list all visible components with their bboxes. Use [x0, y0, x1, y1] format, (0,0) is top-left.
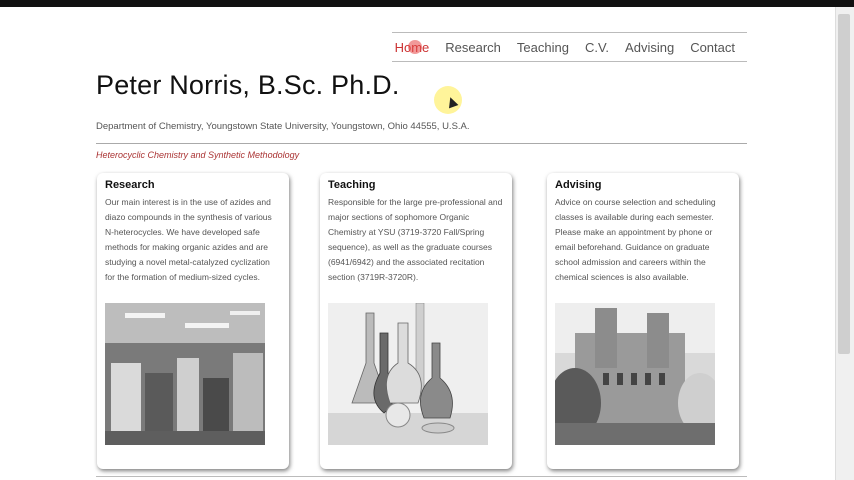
card-text: Advice on course selection and schedulin…	[555, 197, 716, 282]
browser-top-bar	[0, 0, 854, 7]
card-text: Responsible for the large pre-profession…	[328, 197, 503, 282]
glassware-photo	[328, 303, 488, 445]
card-title: Advising	[555, 179, 602, 191]
nav-item-advising[interactable]: Advising	[625, 40, 674, 55]
header-divider	[96, 143, 747, 144]
nav-item-contact[interactable]: Contact	[690, 40, 735, 55]
card-title: Teaching	[328, 179, 376, 191]
laboratory-photo	[105, 303, 265, 445]
scrollbar-thumb[interactable]	[838, 14, 850, 354]
nav-item-teaching[interactable]: Teaching	[517, 40, 569, 55]
teaching-card: Teaching Responsible for the large pre-p…	[320, 173, 512, 469]
department-address: Department of Chemistry, Youngstown Stat…	[96, 121, 470, 132]
page-title: Peter Norris, B.Sc. Ph.D.	[96, 70, 400, 100]
card-title: Research	[105, 179, 155, 191]
research-card: Research Our main interest is in the use…	[97, 173, 289, 469]
campus-building-photo	[555, 303, 715, 445]
research-tagline: Heterocyclic Chemistry and Synthetic Met…	[96, 150, 300, 160]
nav-item-research[interactable]: Research	[445, 40, 501, 55]
card-text: Our main interest is in the use of azide…	[105, 197, 272, 282]
nav-item-cv[interactable]: C.V.	[585, 40, 609, 55]
advising-card: Advising Advice on course selection and …	[547, 173, 739, 469]
content-bottom-line	[96, 476, 747, 477]
click-indicator	[408, 40, 422, 54]
main-nav: Home Research Teaching C.V. Advising Con…	[392, 32, 747, 62]
